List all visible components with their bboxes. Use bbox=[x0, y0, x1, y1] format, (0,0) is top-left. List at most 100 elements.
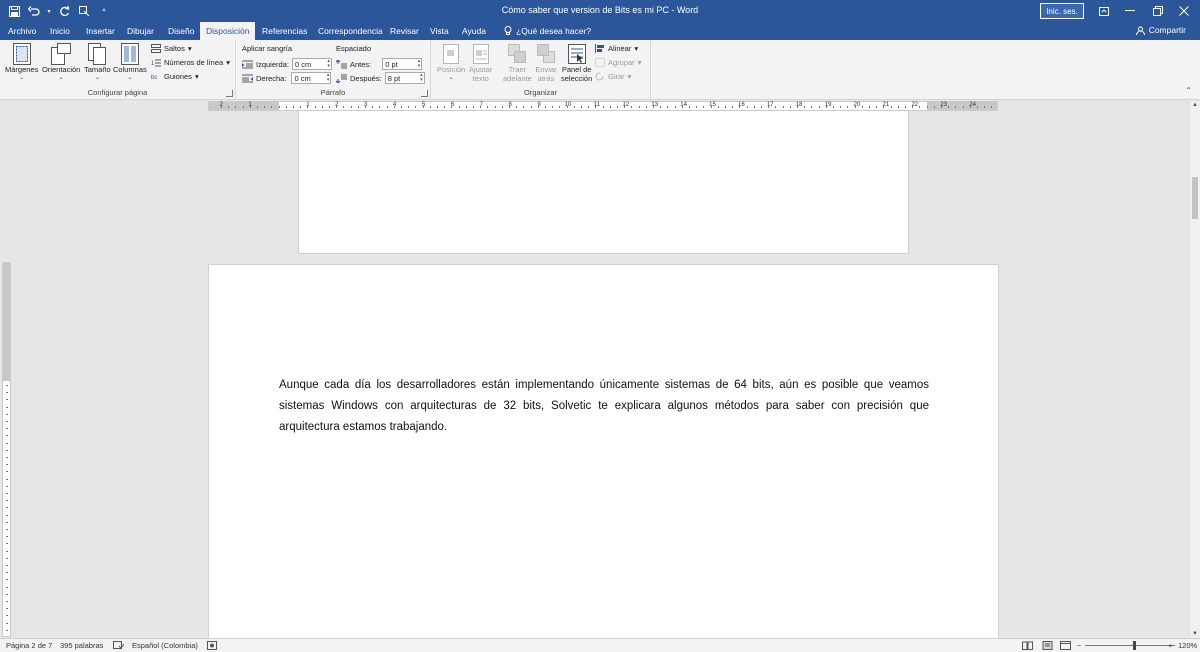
web-layout-icon[interactable] bbox=[1060, 641, 1071, 652]
indent-right-label: Derecha: bbox=[256, 73, 287, 83]
proofing-icon[interactable] bbox=[113, 641, 125, 652]
zoom-out-icon[interactable]: − bbox=[1077, 641, 1081, 650]
document-page[interactable]: Aunque cada día los desarrolladores está… bbox=[208, 264, 999, 644]
orientation-button[interactable]: Orientación ⌄ bbox=[42, 43, 80, 81]
ruler-tick bbox=[732, 106, 734, 108]
ruler-tick bbox=[6, 464, 8, 466]
hyphenation-icon: bc bbox=[151, 75, 157, 81]
spacing-title: Espaciado bbox=[336, 44, 372, 53]
macro-record-icon[interactable] bbox=[207, 641, 217, 652]
ruler-tick bbox=[926, 106, 928, 108]
ruler-tick bbox=[408, 106, 410, 108]
tab-disposicion[interactable]: Disposición bbox=[200, 22, 256, 40]
zoom-slider[interactable] bbox=[1085, 645, 1175, 646]
word-count[interactable]: 395 palabras bbox=[60, 641, 103, 650]
tab-insertar[interactable]: Insertar bbox=[80, 22, 121, 40]
ruler-tick bbox=[6, 500, 8, 502]
share-button[interactable]: Compartir bbox=[1135, 25, 1186, 35]
spacing-after-icon bbox=[336, 74, 347, 83]
send-backward-label-1: Enviar bbox=[535, 65, 557, 74]
ruler-tick bbox=[854, 106, 856, 108]
hyphenation-button[interactable]: bc Guiones ▾ bbox=[151, 72, 199, 81]
collapse-ribbon-icon[interactable]: ⌃ bbox=[1185, 86, 1192, 95]
scroll-down-icon[interactable]: ▼ bbox=[1192, 631, 1198, 637]
rotate-button[interactable]: Girar ▾ bbox=[595, 72, 631, 81]
zoom-in-icon[interactable]: + bbox=[1168, 641, 1172, 650]
spacing-before-input[interactable]: 0 pt ▴ ▾ bbox=[382, 58, 423, 70]
breaks-icon bbox=[151, 44, 161, 53]
ruler-tick bbox=[386, 106, 388, 108]
ruler-tick bbox=[6, 629, 8, 631]
columns-label: Columnas bbox=[113, 65, 147, 74]
ruler-tick bbox=[761, 106, 762, 108]
ruler-tick bbox=[516, 106, 518, 108]
align-button[interactable]: Alinear ▾ bbox=[595, 44, 638, 53]
scroll-up-icon[interactable]: ▲ bbox=[1192, 102, 1198, 108]
ruler-tick bbox=[6, 457, 8, 458]
ruler-tick bbox=[847, 106, 849, 108]
ruler-tick bbox=[372, 106, 374, 108]
ruler-tick bbox=[6, 385, 8, 386]
bring-forward-button[interactable]: Traer adelante bbox=[503, 43, 532, 83]
orientation-label: Orientación bbox=[42, 65, 81, 74]
paragraph-launcher-icon[interactable] bbox=[421, 90, 428, 97]
tab-archivo[interactable]: Archivo bbox=[2, 22, 42, 40]
position-button[interactable]: Posición ⌄ bbox=[437, 43, 465, 81]
selection-pane-label-2: selección bbox=[561, 74, 593, 83]
tab-dibujar[interactable]: Dibujar bbox=[121, 22, 160, 40]
tab-vista[interactable]: Vista bbox=[424, 22, 455, 40]
spacing-after-input[interactable]: 8 pt ▴ ▾ bbox=[384, 72, 425, 84]
sign-in-button[interactable]: Inic. ses. bbox=[1040, 3, 1084, 19]
margins-button[interactable]: Márgenes ⌄ bbox=[5, 43, 38, 81]
tab-revisar[interactable]: Revisar bbox=[384, 22, 425, 40]
ruler-tick bbox=[840, 106, 842, 108]
ruler-tick bbox=[487, 106, 489, 108]
indent-left-input[interactable]: 0 cm ▴ ▾ bbox=[291, 58, 332, 70]
ruler-tick bbox=[6, 550, 8, 552]
ruler-tick bbox=[6, 449, 8, 451]
ruler-tick bbox=[804, 106, 806, 108]
indent-right-input[interactable]: 0 cm ▴ ▾ bbox=[291, 72, 332, 84]
tell-me-box[interactable]: ¿Qué desea hacer? bbox=[498, 22, 597, 40]
indent-left-row: Izquierda: 0 cm ▴ ▾ bbox=[242, 58, 332, 70]
zoom-slider-thumb[interactable] bbox=[1133, 641, 1136, 650]
ruler-tick bbox=[631, 106, 633, 108]
columns-button[interactable]: Columnas ⌄ bbox=[113, 43, 147, 81]
breaks-button[interactable]: Saltos ▾ bbox=[151, 44, 192, 53]
tab-referencias[interactable]: Referencias bbox=[256, 22, 313, 40]
zoom-level[interactable]: 120% bbox=[1178, 641, 1197, 650]
tab-diseno[interactable]: Diseño bbox=[162, 22, 200, 40]
send-backward-button[interactable]: Enviar atrás bbox=[535, 43, 557, 83]
horizontal-ruler[interactable]: 2 1 1 2 3 4 5 6 7 8 9 10 11 12 13 14 15 16 17 18 19 20 21 22 23 2… bbox=[208, 101, 998, 111]
align-icon bbox=[595, 44, 604, 53]
tab-correspondencia[interactable]: Correspondencia bbox=[312, 22, 389, 40]
ruler-tick bbox=[393, 106, 395, 108]
read-mode-icon[interactable] bbox=[1022, 641, 1033, 652]
vertical-scrollbar[interactable]: ▲ ▼ bbox=[1189, 101, 1200, 638]
page-setup-launcher-icon[interactable] bbox=[226, 90, 233, 97]
group-parrafo: Aplicar sangría Espaciado Izquierda: 0 c… bbox=[236, 40, 431, 100]
close-icon[interactable] bbox=[1168, 0, 1200, 22]
scrollbar-thumb[interactable] bbox=[1192, 177, 1198, 219]
status-bar: Página 2 de 7 395 palabras Español (Colo… bbox=[0, 638, 1200, 652]
language-indicator[interactable]: Español (Colombia) bbox=[132, 641, 198, 650]
line-numbers-button[interactable]: 1 Números de línea ▾ bbox=[151, 58, 230, 67]
tab-inicio[interactable]: Inicio bbox=[44, 22, 76, 40]
page-count[interactable]: Página 2 de 7 bbox=[6, 641, 52, 650]
group-button[interactable]: Agrupar ▾ bbox=[595, 58, 641, 67]
ruler-tick bbox=[6, 413, 8, 415]
ruler-tick bbox=[285, 106, 287, 108]
tab-ayuda[interactable]: Ayuda bbox=[456, 22, 492, 40]
wrap-text-button[interactable]: Ajustar texto bbox=[469, 43, 492, 83]
selection-pane-button[interactable]: Panel de selección bbox=[561, 43, 592, 83]
ruler-tick bbox=[249, 106, 251, 108]
size-button[interactable]: Tamaño ⌄ bbox=[84, 43, 111, 81]
body-paragraph[interactable]: Aunque cada día los desarrolladores está… bbox=[279, 375, 929, 438]
ruler-tick bbox=[717, 106, 719, 108]
vertical-ruler[interactable] bbox=[2, 262, 11, 637]
print-layout-icon[interactable] bbox=[1042, 641, 1053, 652]
ruler-tick bbox=[746, 106, 748, 108]
ruler-tick bbox=[401, 106, 402, 108]
ruler-tick bbox=[991, 106, 993, 108]
ruler-tick bbox=[696, 106, 698, 108]
